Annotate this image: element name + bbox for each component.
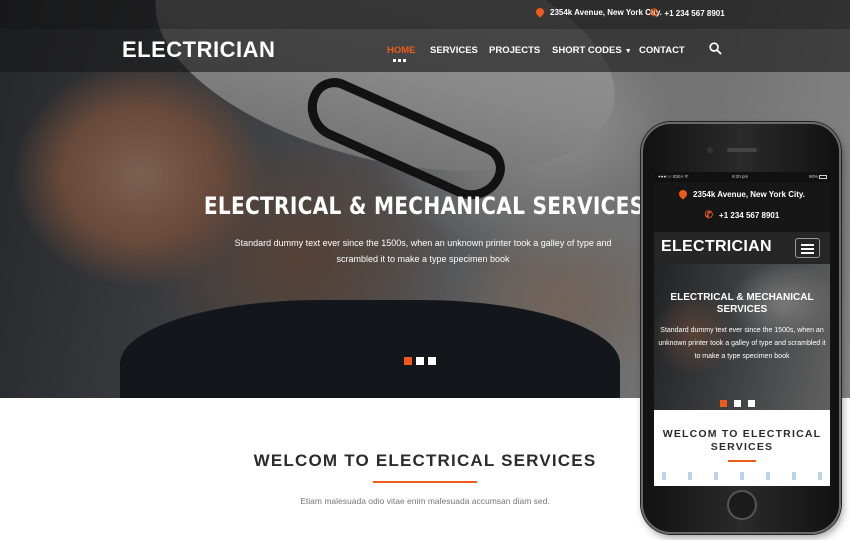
phone-screen: ●●●○○ IDEA ᯤ 9:20 pm 90% 2354k Avenue, N… xyxy=(654,172,830,486)
nav-home[interactable]: HOME xyxy=(387,45,416,56)
phone-home-button[interactable] xyxy=(727,490,757,520)
phone-icon: ✆ xyxy=(650,8,659,19)
active-indicator xyxy=(393,59,407,62)
phone-info: ✆ +1 234 567 8901 xyxy=(650,8,725,19)
nav-projects[interactable]: PROJECTS xyxy=(489,45,540,56)
phone-text: +1 234 567 8901 xyxy=(664,9,725,18)
phone-icon: ✆ xyxy=(704,210,714,221)
nav-short-codes[interactable]: SHORT CODES ▼ xyxy=(552,45,632,56)
search-icon[interactable] xyxy=(709,42,722,55)
mobile-welcome-divider xyxy=(728,460,756,462)
slider-dot-2[interactable] xyxy=(416,357,424,365)
menu-icon[interactable] xyxy=(795,238,820,258)
top-info-bar: 2354k Avenue, New York City. ✆ +1 234 567… xyxy=(0,0,850,29)
slider-dot-3[interactable] xyxy=(428,357,436,365)
mobile-slider-dot-3[interactable] xyxy=(748,400,755,407)
map-pin-icon xyxy=(677,188,689,200)
phone-mockup: ●●●○○ IDEA ᯤ 9:20 pm 90% 2354k Avenue, N… xyxy=(641,122,841,534)
mobile-service-icons xyxy=(662,472,822,480)
mobile-address: 2354k Avenue, New York City. xyxy=(654,188,830,200)
mobile-slider-dot-2[interactable] xyxy=(734,400,741,407)
phone-speaker xyxy=(727,148,757,152)
address-text: 2354k Avenue, New York City. xyxy=(550,8,662,17)
mobile-info-bar: 2354k Avenue, New York City. ✆ +1 234 567… xyxy=(654,182,830,232)
caret-down-icon: ▼ xyxy=(624,48,632,55)
mobile-hero-subtitle: Standard dummy text ever since the 1500s… xyxy=(658,327,826,360)
mobile-slider-pagination xyxy=(720,394,762,410)
welcome-text: Etiam malesuada odio vitae enim malesuad… xyxy=(300,496,550,506)
slider-dot-1[interactable] xyxy=(404,357,412,365)
welcome-title: WELCOM TO ELECTRICAL SERVICES xyxy=(253,451,597,470)
hero-subtitle: Standard dummy text ever since the 1500s… xyxy=(234,238,612,264)
slider-pagination xyxy=(404,352,440,365)
nav-short-codes-label: SHORT CODES xyxy=(552,45,622,56)
battery-icon xyxy=(819,175,827,179)
status-battery: 90% xyxy=(808,174,818,179)
mobile-phone: ✆ +1 234 567 8901 xyxy=(654,210,830,221)
address-info: 2354k Avenue, New York City. xyxy=(534,6,662,18)
mobile-hero: ELECTRICAL & MECHANICAL SERVICES Standar… xyxy=(654,264,830,410)
mobile-address-text: 2354k Avenue, New York City. xyxy=(693,190,805,199)
phone-camera xyxy=(707,147,713,153)
status-time: 9:20 pm xyxy=(732,174,749,179)
main-nav: ELECTRICIAN HOME SERVICES PROJECTS SHORT… xyxy=(0,29,850,72)
mobile-nav: ELECTRICIAN xyxy=(654,232,830,264)
mobile-hero-title: ELECTRICAL & MECHANICAL SERVICES xyxy=(670,292,814,315)
map-pin-icon xyxy=(534,6,546,18)
mobile-welcome-title: WELCOM TO ELECTRICAL SERVICES xyxy=(662,428,822,453)
nav-services[interactable]: SERVICES xyxy=(430,45,478,56)
mobile-phone-text: +1 234 567 8901 xyxy=(719,211,780,220)
welcome-divider xyxy=(373,481,477,483)
mobile-slider-dot-1[interactable] xyxy=(720,400,727,407)
status-carrier: ●●●○○ IDEA ᯤ xyxy=(658,174,689,179)
nav-contact[interactable]: CONTACT xyxy=(639,45,685,56)
site-logo[interactable]: ELECTRICIAN xyxy=(122,37,275,63)
status-bar: ●●●○○ IDEA ᯤ 9:20 pm 90% xyxy=(654,172,830,182)
mobile-logo[interactable]: ELECTRICIAN xyxy=(661,238,772,256)
